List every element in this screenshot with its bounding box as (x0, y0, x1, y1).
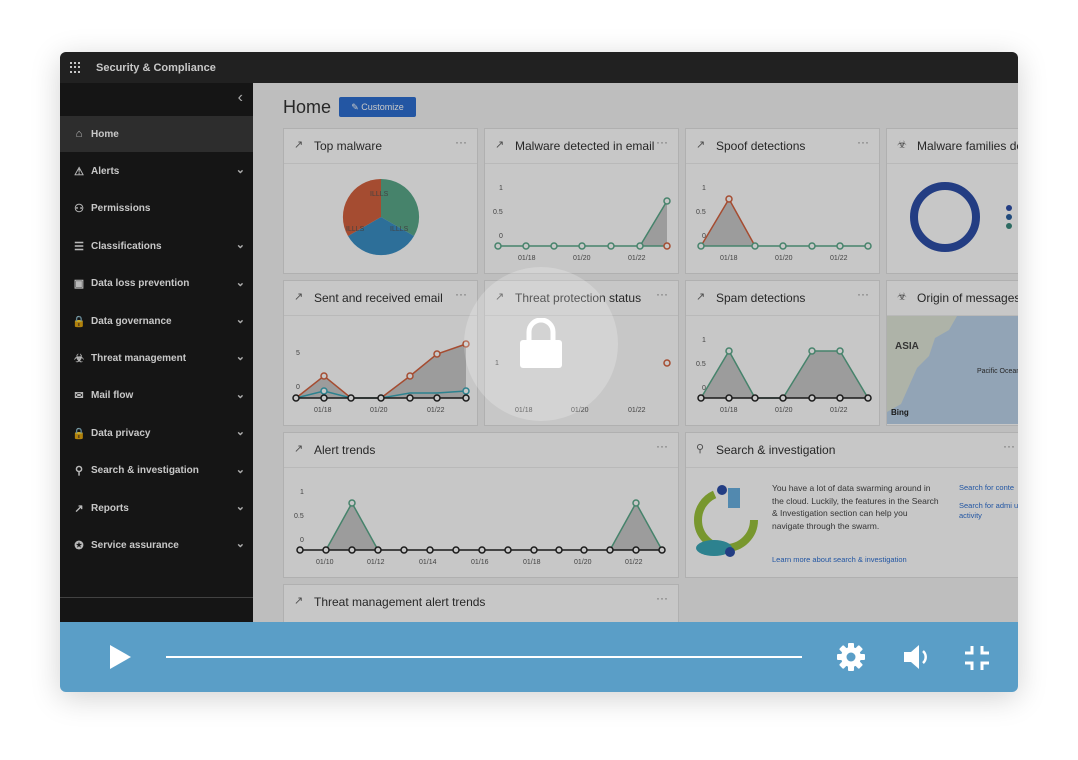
settings-button[interactable] (836, 642, 866, 677)
exit-fullscreen-button[interactable] (963, 644, 991, 677)
player-controls (60, 622, 1018, 692)
progress-bar[interactable] (166, 656, 802, 658)
video-player: Security & Compliance ‹ ⌂ Home ⚠ Alerts ⌄ ⚇ Pe… (60, 52, 1018, 692)
exit-fullscreen-icon (965, 646, 989, 670)
gear-icon (837, 643, 865, 671)
lock-icon (520, 318, 562, 368)
volume-button[interactable] (902, 642, 932, 677)
play-button[interactable] (108, 644, 132, 675)
video-frame: Security & Compliance ‹ ⌂ Home ⚠ Alerts ⌄ ⚇ Pe… (60, 52, 1018, 622)
play-icon (110, 645, 131, 669)
volume-icon (904, 645, 927, 669)
lock-button[interactable] (464, 267, 618, 421)
